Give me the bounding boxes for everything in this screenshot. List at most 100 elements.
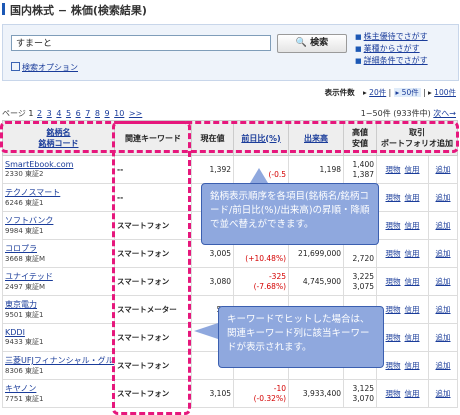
page-link[interactable]: 10 xyxy=(114,109,124,118)
cell-trade: 現物 信用 xyxy=(376,267,429,296)
trade-cash-link[interactable]: 現物 xyxy=(386,165,401,174)
stock-name-link[interactable]: テクノスマート xyxy=(5,187,112,198)
stock-code: 3668 東証M xyxy=(5,255,46,263)
cell-portfolio: 追加 xyxy=(428,295,458,324)
portfolio-add-link[interactable]: 追加 xyxy=(436,361,451,370)
stock-code: 9501 東証1 xyxy=(5,311,44,319)
cell-volume: 4,745,900 xyxy=(288,267,344,296)
page-link[interactable]: 4 xyxy=(56,109,61,118)
stock-name-link[interactable]: ユナイテッド xyxy=(5,271,112,282)
cell-name: キヤノン 7751 東証1 xyxy=(2,379,115,408)
stock-name-link[interactable]: SmartEbook.com xyxy=(5,160,112,169)
cell-highlow: 3,125 3,070 xyxy=(343,379,377,408)
display-count-label: 表示件数 xyxy=(324,88,355,97)
trade-cash-link[interactable]: 現物 xyxy=(386,389,401,398)
stock-name-link[interactable]: キヤノン xyxy=(5,383,112,394)
page-link[interactable]: 7 xyxy=(85,109,90,118)
portfolio-add-link[interactable]: 追加 xyxy=(436,305,451,314)
trade-margin-link[interactable]: 信用 xyxy=(405,277,420,286)
cell-change: -10 (-0.32%) xyxy=(233,379,289,408)
page-link[interactable]: 5 xyxy=(66,109,71,118)
low-value: 1,387 xyxy=(352,169,374,179)
high-value: 3,125 xyxy=(352,383,374,393)
trade-cash-link[interactable]: 現物 xyxy=(386,333,401,342)
count-option-100[interactable]: ▸ 100件 xyxy=(428,88,456,97)
callout-sort-pointer xyxy=(250,168,268,183)
sort-columns-highlight xyxy=(0,121,459,153)
page-title: 国内株式 − 株価(検索結果) xyxy=(10,4,147,17)
cell-name: ユナイテッド 2497 東証M xyxy=(2,267,115,296)
page-link[interactable]: 6 xyxy=(76,109,81,118)
search-button[interactable]: 🔍 検索 xyxy=(277,34,347,53)
trade-margin-link[interactable]: 信用 xyxy=(405,221,420,230)
stock-name-link[interactable]: 東京電力 xyxy=(5,299,112,310)
trade-cash-link[interactable]: 現物 xyxy=(386,221,401,230)
cell-trade: 現物 信用 xyxy=(376,295,429,324)
pager-prefix: ページ xyxy=(2,109,26,118)
trade-margin-link[interactable]: 信用 xyxy=(405,165,420,174)
link-detailed-conditions[interactable]: ■ 詳細条件でさがす xyxy=(355,55,455,67)
high-value: 3,225 xyxy=(352,271,374,281)
arrow-icon: ■ xyxy=(355,45,362,53)
cell-trade: 現物 信用 xyxy=(376,183,429,212)
cell-portfolio: 追加 xyxy=(428,323,458,352)
cell-trade: 現物 信用 xyxy=(376,211,429,240)
portfolio-add-link[interactable]: 追加 xyxy=(436,389,451,398)
trade-cash-link[interactable]: 現物 xyxy=(386,305,401,314)
portfolio-add-link[interactable]: 追加 xyxy=(436,221,451,230)
search-panel: すまーと 🔍 検索 検索オプション ■ 株主優待でさがす ■ 業種からさがす ■ 詳細条… xyxy=(2,24,459,81)
title-marker xyxy=(2,3,5,15)
cell-trade: 現物 信用 xyxy=(376,379,429,408)
page-link[interactable]: 3 xyxy=(47,109,52,118)
next-page-link[interactable]: 次へ→ xyxy=(433,109,456,118)
change-percent: (-0.5 xyxy=(268,169,286,179)
trade-margin-link[interactable]: 信用 xyxy=(405,361,420,370)
stock-name-link[interactable]: 三菱UFJフィナンシャル・グループ xyxy=(5,355,114,366)
page-link[interactable]: 2 xyxy=(37,109,42,118)
page-current: 1 xyxy=(28,109,34,118)
portfolio-add-link[interactable]: 追加 xyxy=(436,249,451,258)
stock-name-link[interactable]: ソフトバンク xyxy=(5,215,112,226)
cell-portfolio: 追加 xyxy=(428,267,458,296)
portfolio-add-link[interactable]: 追加 xyxy=(436,165,451,174)
stock-code: 2330 東証2 xyxy=(5,170,44,178)
stock-name-link[interactable]: コロプラ xyxy=(5,243,112,254)
low-value: 3,075 xyxy=(352,281,374,291)
stock-code: 9433 東証1 xyxy=(5,338,44,346)
stock-code: 8306 東証1 xyxy=(5,367,44,375)
search-options-label: 検索オプション xyxy=(22,63,78,72)
page-link[interactable]: 8 xyxy=(95,109,100,118)
side-links: ■ 株主優待でさがす ■ 業種からさがす ■ 詳細条件でさがす xyxy=(355,31,455,67)
cell-name: KDDI 9433 東証1 xyxy=(2,323,115,352)
cell-portfolio: 追加 xyxy=(428,351,458,380)
trade-cash-link[interactable]: 現物 xyxy=(386,249,401,258)
stock-code: 7751 東証1 xyxy=(5,395,44,403)
trade-cash-link[interactable]: 現物 xyxy=(386,193,401,202)
search-options-link[interactable]: 検索オプション xyxy=(11,62,78,73)
trade-cash-link[interactable]: 現物 xyxy=(386,361,401,370)
change-percent: (-7.68%) xyxy=(253,281,286,291)
count-option-50[interactable]: ▸ 50件 xyxy=(393,88,421,97)
trade-margin-link[interactable]: 信用 xyxy=(405,193,420,202)
count-option-20[interactable]: ▸ 20件 xyxy=(363,88,386,97)
search-input[interactable]: すまーと xyxy=(11,35,271,51)
callout-keyword-pointer xyxy=(194,323,218,339)
page-link[interactable]: 9 xyxy=(105,109,110,118)
pager: ページ 1 2 3 4 5 6 7 8 9 10 >> xyxy=(2,108,143,119)
portfolio-add-link[interactable]: 追加 xyxy=(436,333,451,342)
trade-margin-link[interactable]: 信用 xyxy=(405,389,420,398)
link-shareholder-benefits[interactable]: ■ 株主優待でさがす xyxy=(355,31,455,43)
trade-margin-link[interactable]: 信用 xyxy=(405,333,420,342)
portfolio-add-link[interactable]: 追加 xyxy=(436,193,451,202)
stock-name-link[interactable]: KDDI xyxy=(5,328,112,337)
result-range: 1−50件 (933件中) 次へ→ xyxy=(361,108,456,119)
trade-margin-link[interactable]: 信用 xyxy=(405,305,420,314)
cell-price: 1,392 xyxy=(191,155,234,184)
portfolio-add-link[interactable]: 追加 xyxy=(436,277,451,286)
table-row: キヤノン 7751 東証1 スマートフォン 3,105 -10 (-0.32%) 3,933… xyxy=(2,379,458,408)
cell-name: SmartEbook.com 2330 東証2 xyxy=(2,155,115,184)
link-industry[interactable]: ■ 業種からさがす xyxy=(355,43,455,55)
trade-cash-link[interactable]: 現物 xyxy=(386,277,401,286)
page-more-link[interactable]: >> xyxy=(129,109,142,118)
trade-margin-link[interactable]: 信用 xyxy=(405,249,420,258)
